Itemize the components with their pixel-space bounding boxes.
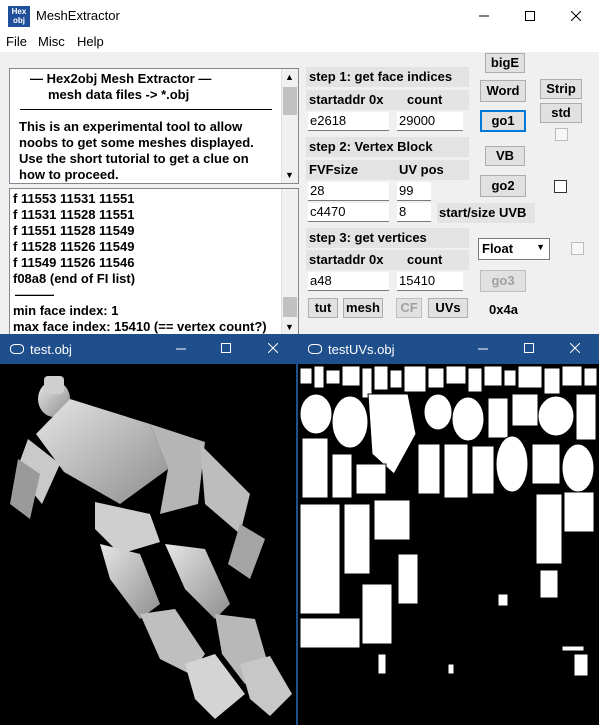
- uvpos-label: UV pos: [399, 162, 444, 177]
- hex-readout: 0x4a: [489, 302, 518, 317]
- scroll-down-icon[interactable]: ▼: [285, 170, 294, 180]
- window-title: MeshExtractor: [36, 8, 120, 23]
- uv-layout-render: [299, 365, 598, 677]
- main-titlebar[interactable]: Hex obj MeshExtractor: [0, 0, 599, 32]
- info-textbox[interactable]: — Hex2obj Mesh Extractor — mesh data fil…: [9, 68, 299, 184]
- vb-button[interactable]: VB: [485, 146, 525, 166]
- log-line: f08a8 (end of FI list): [13, 271, 136, 286]
- step2-label: step 2: Vertex Block: [306, 137, 469, 157]
- minimize-icon: [478, 348, 488, 350]
- maximize-icon: [221, 343, 231, 353]
- minimize-icon: [479, 15, 489, 17]
- uvb-size-input[interactable]: 8: [397, 203, 431, 222]
- log-line: f 11531 11528 11551: [13, 207, 135, 222]
- close-icon: [571, 11, 581, 21]
- testuvs-obj-titlebar[interactable]: testUVs.obj: [298, 334, 599, 364]
- step1-count-input[interactable]: 29000: [397, 112, 463, 131]
- log-line: f 11551 11528 11549: [13, 223, 135, 238]
- app-icon-text-top: Hex: [11, 7, 27, 16]
- log-line: f 11528 11526 11549: [13, 239, 135, 254]
- step3-startaddr-input[interactable]: a48: [308, 272, 389, 291]
- step1-fields-label: startaddr 0x count: [306, 90, 469, 110]
- log-separator: ———: [15, 287, 54, 302]
- info-title: — Hex2obj Mesh Extractor —: [30, 71, 212, 86]
- close-icon: [268, 343, 278, 353]
- std-button[interactable]: std: [540, 103, 582, 123]
- log-scrollbar[interactable]: ▼: [281, 189, 298, 335]
- chevron-down-icon[interactable]: ▼: [536, 242, 545, 252]
- menu-help[interactable]: Help: [77, 34, 104, 49]
- bige-button[interactable]: bigE: [485, 53, 525, 73]
- log-line: min face index: 1: [13, 303, 119, 318]
- uvb-start-input[interactable]: c4470: [308, 203, 389, 222]
- test-obj-titlebar[interactable]: test.obj: [0, 334, 296, 364]
- test-obj-title: test.obj: [30, 342, 72, 357]
- step1-startaddr-input[interactable]: e2618: [308, 112, 389, 131]
- step1-startaddr-label: startaddr 0x: [309, 92, 384, 107]
- step2-fields-label: FVFsize UV pos: [306, 160, 469, 180]
- scroll-down-icon[interactable]: ▼: [285, 322, 294, 332]
- obj-file-icon: [10, 344, 24, 354]
- maximize-icon: [524, 343, 534, 353]
- scroll-up-icon[interactable]: ▲: [285, 72, 294, 82]
- info-scrollbar[interactable]: ▲ ▼: [281, 69, 298, 183]
- step1-label: step 1: get face indices: [306, 67, 469, 87]
- go2-button[interactable]: go2: [480, 175, 526, 197]
- uvpos-input[interactable]: 99: [397, 182, 431, 201]
- scroll-thumb[interactable]: [283, 87, 297, 115]
- go3-button[interactable]: go3: [480, 270, 526, 292]
- uvs-button[interactable]: UVs: [428, 298, 468, 318]
- obj-file-icon: [308, 344, 322, 354]
- log-line: f 11553 11531 11551: [13, 191, 135, 206]
- close-button[interactable]: [553, 0, 599, 32]
- scroll-thumb[interactable]: [283, 297, 297, 317]
- maximize-button[interactable]: [507, 0, 553, 32]
- float-checkbox[interactable]: [571, 242, 584, 255]
- format-select[interactable]: Float ▼: [478, 238, 550, 260]
- strip-button[interactable]: Strip: [540, 79, 582, 99]
- close-icon: [570, 343, 580, 353]
- info-divider: [20, 109, 272, 110]
- menu-misc[interactable]: Misc: [38, 34, 65, 49]
- fvf-label: FVFsize: [309, 162, 359, 177]
- format-select-value: Float: [482, 241, 514, 256]
- robot-mesh-render: [10, 376, 292, 719]
- minimize-icon: [176, 348, 186, 350]
- app-icon: Hex obj: [8, 6, 30, 27]
- info-line: noobs to get some meshes displayed.: [19, 135, 254, 150]
- step3-startaddr-label: startaddr 0x: [309, 252, 384, 267]
- info-subtitle: mesh data files -> *.obj: [48, 87, 190, 102]
- app-icon-text-bottom: obj: [13, 16, 25, 25]
- maximize-icon: [525, 11, 535, 21]
- log-line: max face index: 15410 (== vertex count?): [13, 319, 267, 334]
- word-button[interactable]: Word: [480, 80, 526, 102]
- tut-button[interactable]: tut: [308, 298, 338, 318]
- minimize-button[interactable]: [461, 0, 507, 32]
- step1-count-label: count: [407, 92, 443, 107]
- testuvs-obj-title: testUVs.obj: [328, 342, 395, 357]
- step3-label: step 3: get vertices: [306, 228, 469, 248]
- uv-viewport[interactable]: [298, 364, 599, 725]
- info-line: This is an experimental tool to allow: [19, 119, 243, 134]
- uvb-label: start/size UVB: [437, 203, 535, 223]
- mesh-button[interactable]: mesh: [343, 298, 383, 318]
- step3-count-input[interactable]: 15410: [397, 272, 463, 291]
- mesh-viewport[interactable]: [0, 364, 296, 725]
- strip-checkbox[interactable]: [555, 128, 568, 141]
- cf-button[interactable]: CF: [396, 298, 422, 318]
- step3-fields-label: startaddr 0x count: [306, 250, 469, 270]
- go1-button[interactable]: go1: [480, 110, 526, 132]
- menu-file[interactable]: File: [6, 34, 27, 49]
- step3-count-label: count: [407, 252, 443, 267]
- log-textbox[interactable]: f 11553 11531 11551 f 11531 11528 11551 …: [9, 188, 299, 336]
- info-line: how to proceed.: [19, 167, 119, 182]
- log-line: f 11549 11526 11546: [13, 255, 135, 270]
- fvf-input[interactable]: 28: [308, 182, 389, 201]
- go2-checkbox[interactable]: [554, 180, 567, 193]
- info-line: Use the short tutorial to get a clue on: [19, 151, 249, 166]
